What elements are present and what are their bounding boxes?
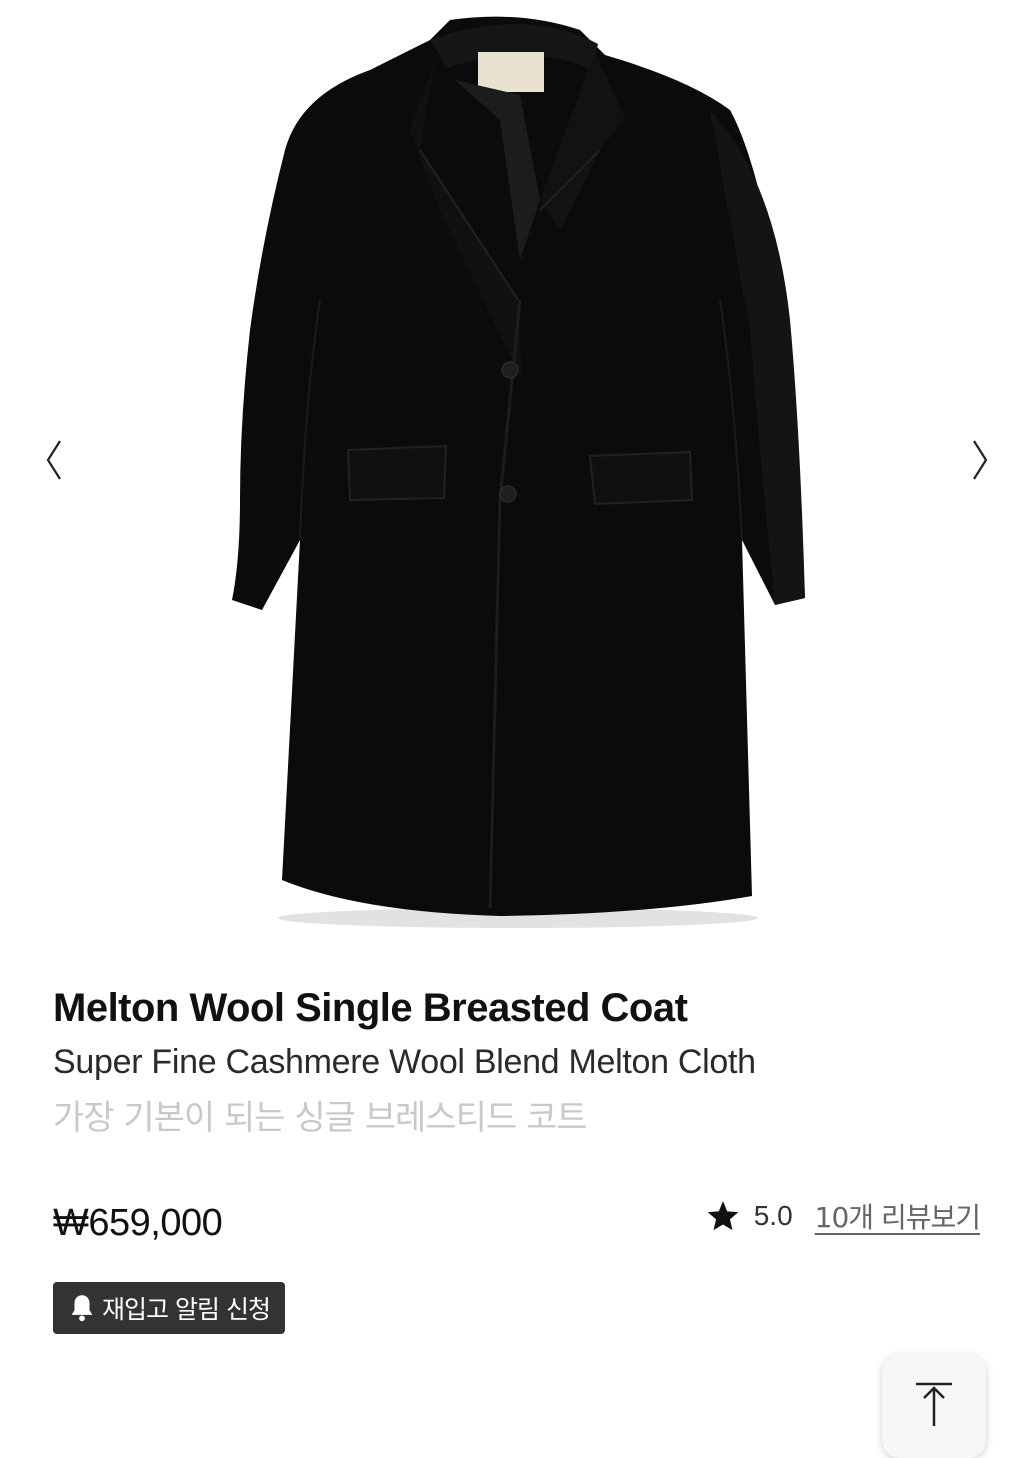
restock-label: 재입고 알림 신청	[102, 1295, 271, 1324]
product-title: Melton Wool Single Breasted Coat	[53, 986, 688, 1030]
product-price: ₩659,000	[53, 1202, 223, 1244]
product-subtitle: Super Fine Cashmere Wool Blend Melton Cl…	[53, 1043, 756, 1081]
product-image-gallery[interactable]	[0, 0, 1033, 960]
bell-icon	[71, 1295, 93, 1322]
view-reviews-link[interactable]: 10개 리뷰보기	[815, 1196, 981, 1236]
rating-summary: 5.0 10개 리뷰보기	[706, 1196, 981, 1236]
star-icon	[707, 1201, 739, 1231]
gallery-next-button[interactable]	[960, 430, 1000, 490]
arrow-up-to-top-icon	[916, 1382, 952, 1426]
product-description: 가장 기본이 되는 싱글 브레스티드 코트	[53, 1098, 588, 1138]
chevron-left-icon	[46, 440, 61, 480]
chevron-right-icon	[973, 440, 988, 480]
restock-alert-button[interactable]: 재입고 알림 신청	[53, 1282, 285, 1334]
scroll-to-top-button[interactable]	[882, 1354, 986, 1458]
gallery-prev-button[interactable]	[34, 430, 74, 490]
price-rating-row: ₩659,000 5.0 10개 리뷰보기	[53, 1196, 981, 1256]
product-info: Melton Wool Single Breasted Coat Super F…	[53, 980, 993, 1148]
rating-value: 5.0	[753, 1200, 793, 1231]
product-image	[232, 16, 805, 928]
